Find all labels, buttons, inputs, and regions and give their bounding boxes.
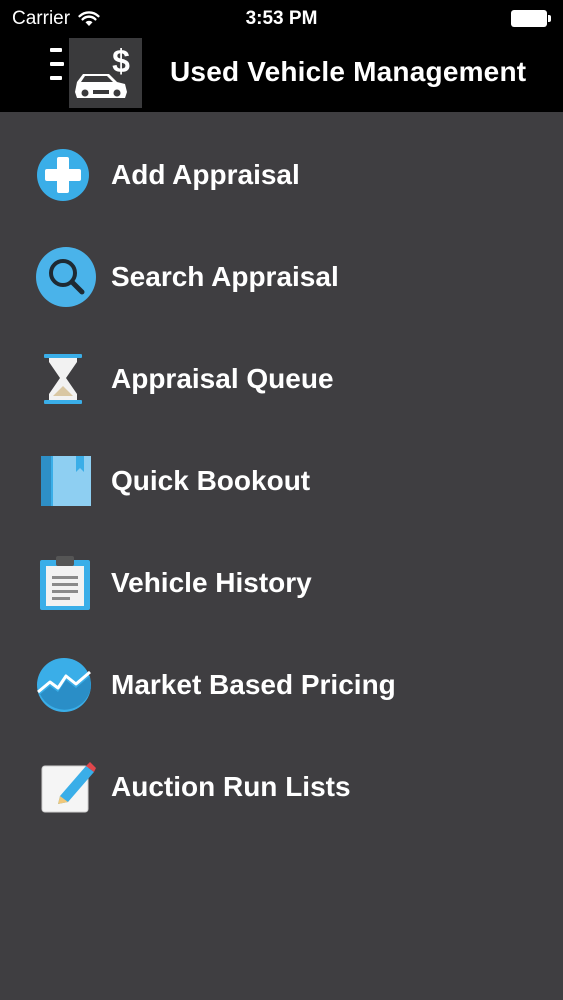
carrier-label: Carrier [12, 8, 71, 29]
menu-item-label: Quick Bookout [111, 465, 311, 496]
menu-item-appraisal-queue[interactable]: Appraisal Queue [0, 334, 563, 424]
clipboard-icon [40, 556, 90, 610]
menu-item-label: Market Based Pricing [111, 669, 396, 700]
menu-item-label: Appraisal Queue [111, 363, 334, 394]
market-chart-icon [37, 658, 91, 712]
menu-item-auction-run-lists[interactable]: Auction Run Lists [0, 742, 563, 832]
status-time: 3:53 PM [245, 8, 318, 29]
svg-text:$: $ [112, 43, 130, 79]
menu-item-label: Vehicle History [111, 567, 312, 598]
magnifier-icon [36, 247, 96, 307]
car-dollar-logo-icon: $ [69, 38, 142, 108]
battery-icon [511, 10, 551, 27]
menu-item-market-based-pricing[interactable]: Market Based Pricing [0, 640, 563, 730]
pencil-note-icon [41, 762, 96, 813]
wifi-icon [78, 11, 100, 26]
hourglass-icon [44, 354, 82, 404]
menu-item-quick-bookout[interactable]: Quick Bookout [0, 436, 563, 526]
hamburger-icon [50, 48, 64, 90]
menu-item-label: Add Appraisal [111, 159, 300, 190]
side-menu-button[interactable]: $ [50, 36, 142, 108]
menu-item-add-appraisal[interactable]: Add Appraisal [0, 130, 563, 220]
plus-circle-icon [37, 149, 89, 201]
menu-item-vehicle-history[interactable]: Vehicle History [0, 538, 563, 628]
menu-item-label: Search Appraisal [111, 261, 339, 292]
menu-item-label: Auction Run Lists [111, 771, 351, 802]
top-bar: Carrier 3:53 PM $ Used Vehicle Managemen… [0, 0, 563, 112]
menu-item-search-appraisal[interactable]: Search Appraisal [0, 232, 563, 322]
page-title: Used Vehicle Management [170, 56, 527, 87]
book-icon [41, 456, 91, 506]
status-carrier: Carrier [12, 8, 100, 30]
